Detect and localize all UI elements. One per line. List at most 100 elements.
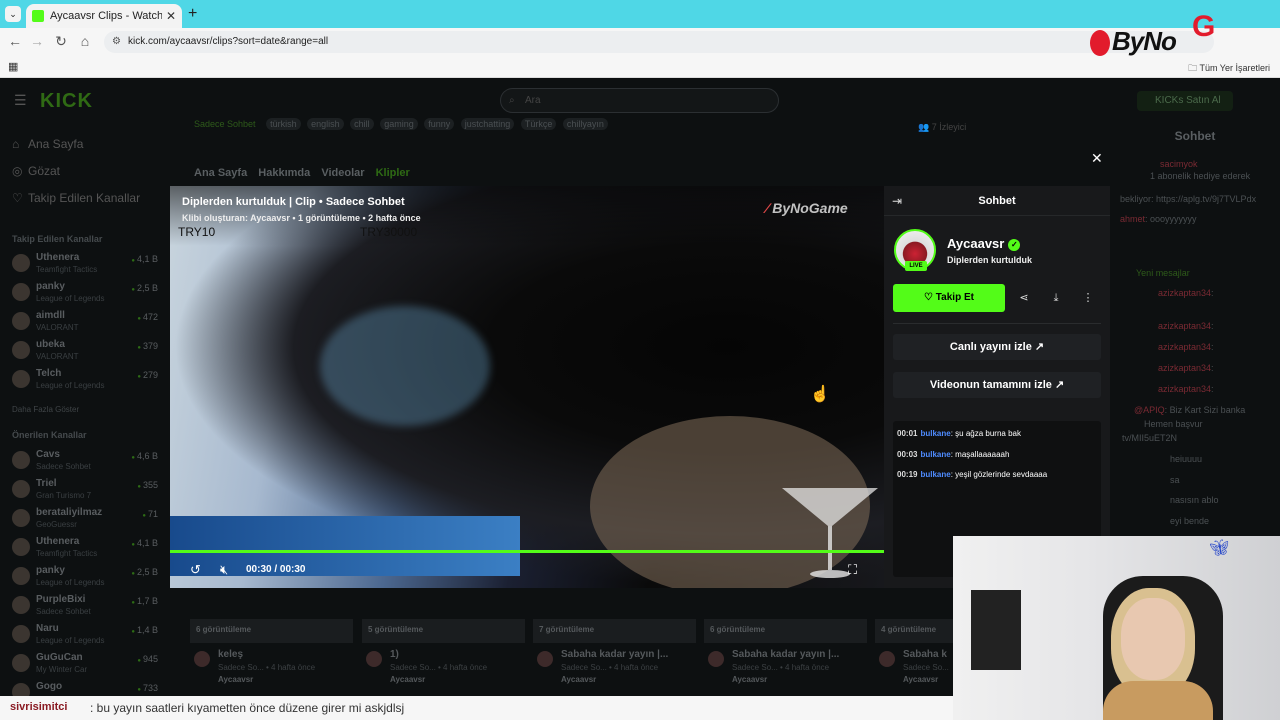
- compass-icon: ◎: [12, 164, 23, 178]
- chat-message: 00:01 bulkane: şu ağza burna bak: [897, 429, 1021, 438]
- logo-mark: [1090, 30, 1110, 56]
- menu-icon[interactable]: ☰: [14, 92, 27, 109]
- channel-game: Sadece Sohbet: [36, 462, 91, 471]
- tab-clips[interactable]: Klipler: [376, 167, 410, 179]
- viewer-count: 279: [137, 370, 158, 380]
- download-button[interactable]: ⤓: [1042, 284, 1070, 312]
- home-icon: ⌂: [12, 137, 20, 151]
- tag-pill[interactable]: funny: [424, 118, 455, 130]
- bg-chat-line: heiuuuu: [1170, 454, 1203, 464]
- home-icon[interactable]: ⌂: [76, 33, 94, 49]
- viewer-count: 379: [137, 341, 158, 351]
- ticker-user: sivrisimitci: [10, 701, 68, 713]
- logo-letter: G: [1192, 10, 1216, 43]
- bookmarks-bar: ▦ 🗀 Tüm Yer İşaretleri: [0, 56, 1280, 78]
- tag-pill[interactable]: english: [307, 118, 344, 130]
- new-tab-icon[interactable]: +: [188, 5, 197, 23]
- recommended-channel[interactable]: Triel Gran Turismo 7 355: [12, 478, 162, 504]
- channel-name: aimdll: [36, 310, 65, 321]
- viewer-count: 355: [137, 480, 158, 490]
- avatar: [879, 651, 895, 667]
- forward-icon[interactable]: →: [28, 33, 46, 49]
- tag-pill[interactable]: Türkçe: [520, 118, 557, 130]
- recommended-channel[interactable]: PurpleBixi Sadece Sohbet 1,7 B: [12, 594, 162, 620]
- tag-pill[interactable]: justchatting: [460, 118, 515, 130]
- bg-chat-line: azizkaptan34:: [1158, 288, 1214, 298]
- bg-chat-user: azizkaptan34: [1158, 363, 1212, 373]
- clip-video-player[interactable]: Diplerden kurtulduk | Clip • Sadece Sohb…: [170, 186, 884, 588]
- sidebar-item-following[interactable]: ♡ Takip Edilen Kanallar: [12, 191, 140, 205]
- tag-pill[interactable]: chillyayın: [562, 118, 608, 130]
- sidebar-item-browse[interactable]: ◎ Gözat: [12, 164, 60, 178]
- bg-chat-line: azizkaptan34:: [1158, 363, 1214, 373]
- reload-icon[interactable]: ↻: [52, 33, 70, 50]
- recommended-channel[interactable]: GuGuCan My Winter Car 945: [12, 652, 162, 678]
- replay-icon[interactable]: ↺: [190, 562, 201, 578]
- clip-author: Aycaavsr: [732, 675, 768, 684]
- mute-icon[interactable]: 🔇︎: [220, 562, 228, 578]
- url-field[interactable]: ⚙ kick.com/aycaavsr/clips?sort=date&rang…: [104, 31, 1214, 53]
- tag-pill[interactable]: türkish: [266, 118, 301, 130]
- channel-name-row[interactable]: Aycaavsr ✓: [947, 236, 1021, 251]
- show-more-link[interactable]: Daha Fazla Göster: [12, 405, 79, 414]
- back-icon[interactable]: ←: [6, 33, 24, 49]
- followed-channel[interactable]: Telch League of Legends 279: [12, 368, 162, 394]
- bg-chat-line: tv/MII5uET2N: [1122, 433, 1178, 443]
- video-frame-detail: [320, 306, 490, 426]
- channel-name: panky: [36, 281, 65, 292]
- channel-game: League of Legends: [36, 636, 105, 645]
- chat-timestamp: 00:03: [897, 450, 918, 459]
- browser-tab[interactable]: Aycaavsr Clips - Watch Live on ✕: [26, 4, 182, 28]
- all-bookmarks[interactable]: 🗀 Tüm Yer İşaretleri: [1188, 61, 1270, 77]
- chat-message: 00:19 bulkane: yeşil gözlerinde sevdaaaa: [897, 470, 1047, 479]
- tag-pill[interactable]: chill: [350, 118, 374, 130]
- chat-username[interactable]: bulkane: [920, 429, 950, 438]
- chat-username[interactable]: bulkane: [920, 450, 950, 459]
- follow-button[interactable]: ♡ Takip Et: [893, 284, 1005, 312]
- kick-logo[interactable]: KICK: [40, 90, 93, 113]
- tab-close-icon[interactable]: ✕: [166, 9, 176, 23]
- search-input[interactable]: ⌕ Ara: [500, 88, 779, 113]
- recommended-channel[interactable]: panky League of Legends 2,5 B: [12, 565, 162, 591]
- watch-live-button[interactable]: Canlı yayını izle ↗: [893, 334, 1101, 360]
- kicks-buy-button[interactable]: KICKs Satın Al: [1137, 91, 1233, 111]
- followed-channel[interactable]: panky League of Legends 2,5 B: [12, 281, 162, 307]
- sidebar-item-home[interactable]: ⌂ Ana Sayfa: [12, 137, 83, 151]
- followed-channel[interactable]: Uthenera Teamfight Tactics 4,1 B: [12, 252, 162, 278]
- channel-game: Teamfight Tactics: [36, 265, 98, 274]
- category-link[interactable]: Sadece Sohbet: [194, 119, 256, 129]
- clip-meta: Sadece So... • 4 hafta önce: [732, 663, 830, 672]
- search-icon: ⌕: [509, 95, 515, 106]
- followed-channel[interactable]: ubeka VALORANT 379: [12, 339, 162, 365]
- apps-grid-icon[interactable]: ▦: [8, 60, 18, 73]
- viewer-count: 71: [142, 509, 158, 519]
- share-button[interactable]: ⋖: [1010, 284, 1038, 312]
- tag-pill[interactable]: gaming: [380, 118, 418, 130]
- recommended-channel[interactable]: berataliyilmaz GeoGuessr 71: [12, 507, 162, 533]
- external-link-icon: ↗: [1034, 341, 1045, 353]
- clip-author: Aycaavsr: [218, 675, 254, 684]
- followed-channel[interactable]: aimdll VALORANT 472: [12, 310, 162, 336]
- video-progress-bar[interactable]: [170, 550, 884, 553]
- close-modal-icon[interactable]: ✕: [1091, 150, 1103, 167]
- site-info-icon[interactable]: ⚙: [112, 31, 121, 53]
- tab-home[interactable]: Ana Sayfa: [194, 167, 247, 179]
- tab-about[interactable]: Hakkımda: [258, 167, 310, 179]
- recommended-channel[interactable]: Cavs Sadece Sohbet 4,6 B: [12, 449, 162, 475]
- channel-game: VALORANT: [36, 352, 79, 361]
- sidebar-item-label: Ana Sayfa: [28, 137, 84, 151]
- viewer-count: 945: [137, 654, 158, 664]
- more-options-button[interactable]: ⋮: [1074, 284, 1102, 312]
- clip-modal: Diplerden kurtulduk | Clip • Sadece Sohb…: [170, 186, 1110, 588]
- watch-full-video-button[interactable]: Videonun tamamını izle ↗: [893, 372, 1101, 398]
- fullscreen-icon[interactable]: ⛶: [848, 562, 857, 578]
- byno-game-logo: ByNo G: [1090, 10, 1240, 62]
- tab-search-icon[interactable]: ⌄: [5, 6, 21, 22]
- viewer-count: 733: [137, 683, 158, 693]
- recommended-channel[interactable]: Uthenera Teamfight Tactics 4,1 B: [12, 536, 162, 562]
- tab-title: Aycaavsr Clips - Watch Live on: [50, 10, 162, 22]
- chat-username[interactable]: bulkane: [920, 470, 950, 479]
- tab-videos[interactable]: Videolar: [321, 167, 364, 179]
- bg-chat-line: 1 abonelik hediye ederek: [1150, 171, 1251, 181]
- recommended-channel[interactable]: Naru League of Legends 1,4 B: [12, 623, 162, 649]
